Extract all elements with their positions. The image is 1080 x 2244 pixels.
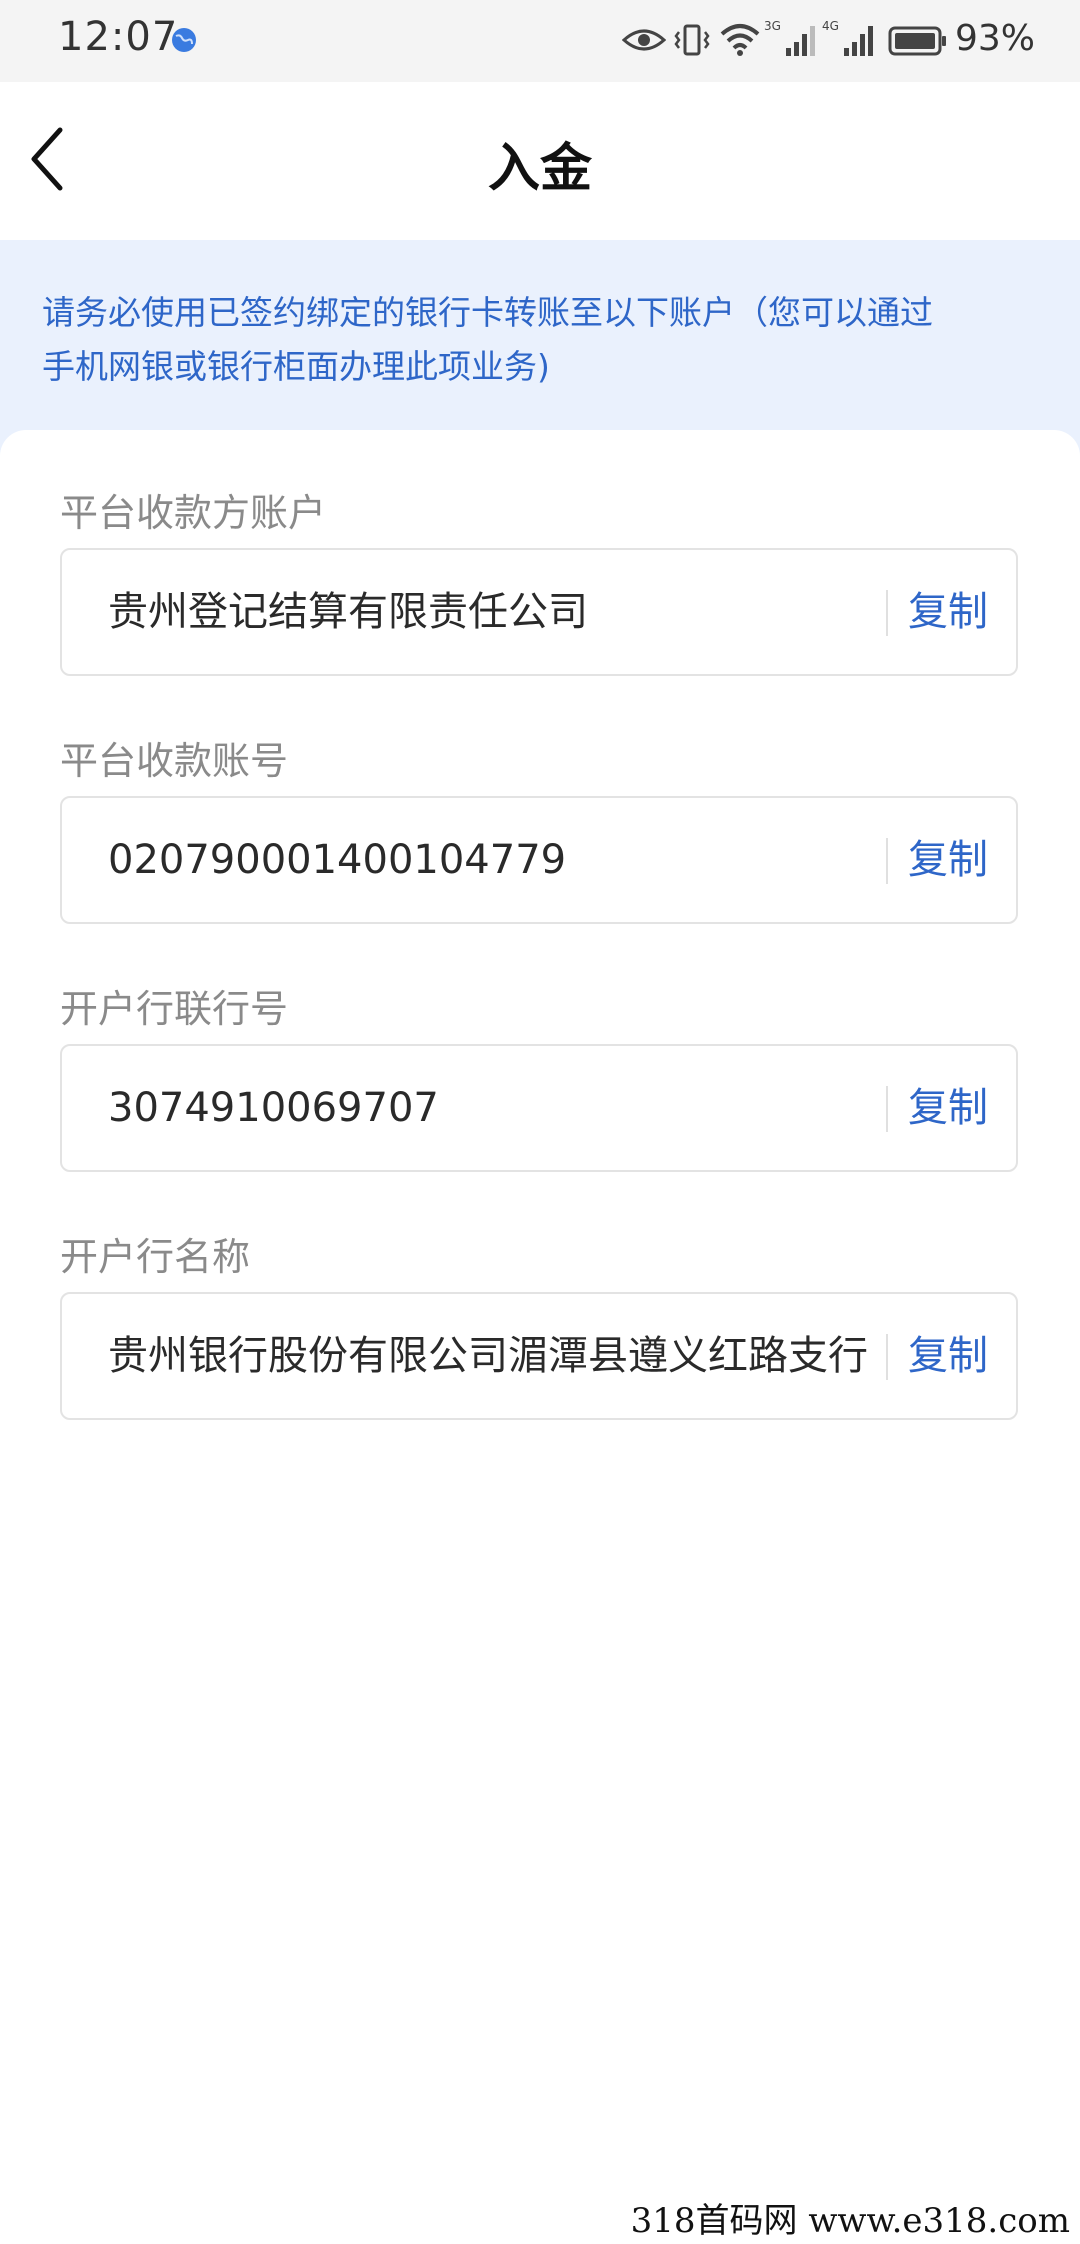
field-divider: [886, 1086, 888, 1132]
globe-icon: [172, 28, 196, 52]
vibrate-icon: [674, 24, 710, 56]
bank-code-label: 开户行联行号: [60, 987, 289, 1031]
copy-bank-code-button[interactable]: 复制: [908, 1046, 1004, 1170]
signal-4g-icon: 4G: [822, 19, 873, 56]
wifi-icon: [720, 24, 760, 56]
notice-line-1: 请务必使用已签约绑定的银行卡转账至以下账户（您可以通过: [42, 293, 933, 332]
bank-name-value: 贵州银行股份有限公司湄潭县遵义红路支行: [108, 1333, 868, 1379]
app-header: 入金: [0, 82, 1080, 240]
field-divider: [886, 590, 888, 636]
account-number-value: 020790001400104779: [108, 837, 567, 883]
eye-icon: [622, 29, 666, 51]
copy-account-number-button[interactable]: 复制: [908, 798, 1004, 922]
signal-4g-label: 4G: [822, 19, 839, 33]
notice-banner: 请务必使用已签约绑定的银行卡转账至以下账户（您可以通过 手机网银或银行柜面办理此…: [0, 240, 1080, 456]
signal-3g-icon: 3G: [764, 19, 815, 56]
notice-text: 请务必使用已签约绑定的银行卡转账至以下账户（您可以通过 手机网银或银行柜面办理此…: [42, 286, 1042, 394]
signal-3g-label: 3G: [764, 19, 781, 33]
account-number-label: 平台收款账号: [60, 739, 289, 783]
account-number-field: 020790001400104779 复制: [60, 796, 1018, 924]
field-divider: [886, 1334, 888, 1380]
bank-code-value: 3074910069707: [108, 1085, 439, 1131]
status-time: 12:07: [58, 14, 179, 60]
bank-name-label: 开户行名称: [60, 1235, 251, 1279]
battery-icon: [888, 26, 946, 56]
copy-bank-name-button[interactable]: 复制: [908, 1294, 1004, 1418]
page-title: 入金: [487, 139, 592, 199]
payee-account-field: 贵州登记结算有限责任公司 复制: [60, 548, 1018, 676]
account-info-card: 平台收款方账户 贵州登记结算有限责任公司 复制 平台收款账号 020790001…: [0, 430, 1080, 2244]
bank-code-field: 3074910069707 复制: [60, 1044, 1018, 1172]
bank-name-field: 贵州银行股份有限公司湄潭县遵义红路支行 复制: [60, 1292, 1018, 1420]
status-bar: 12:07 3G 4G 93%: [0, 0, 1080, 82]
payee-account-label: 平台收款方账户: [60, 491, 327, 535]
field-divider: [886, 838, 888, 884]
notice-line-2: 手机网银或银行柜面办理此项业务): [42, 347, 550, 386]
battery-percentage: 93%: [955, 18, 1036, 59]
watermark: 318首码网 www.e318.com: [626, 2193, 1074, 2242]
payee-account-value: 贵州登记结算有限责任公司: [108, 589, 588, 635]
copy-payee-account-button[interactable]: 复制: [908, 550, 1004, 674]
